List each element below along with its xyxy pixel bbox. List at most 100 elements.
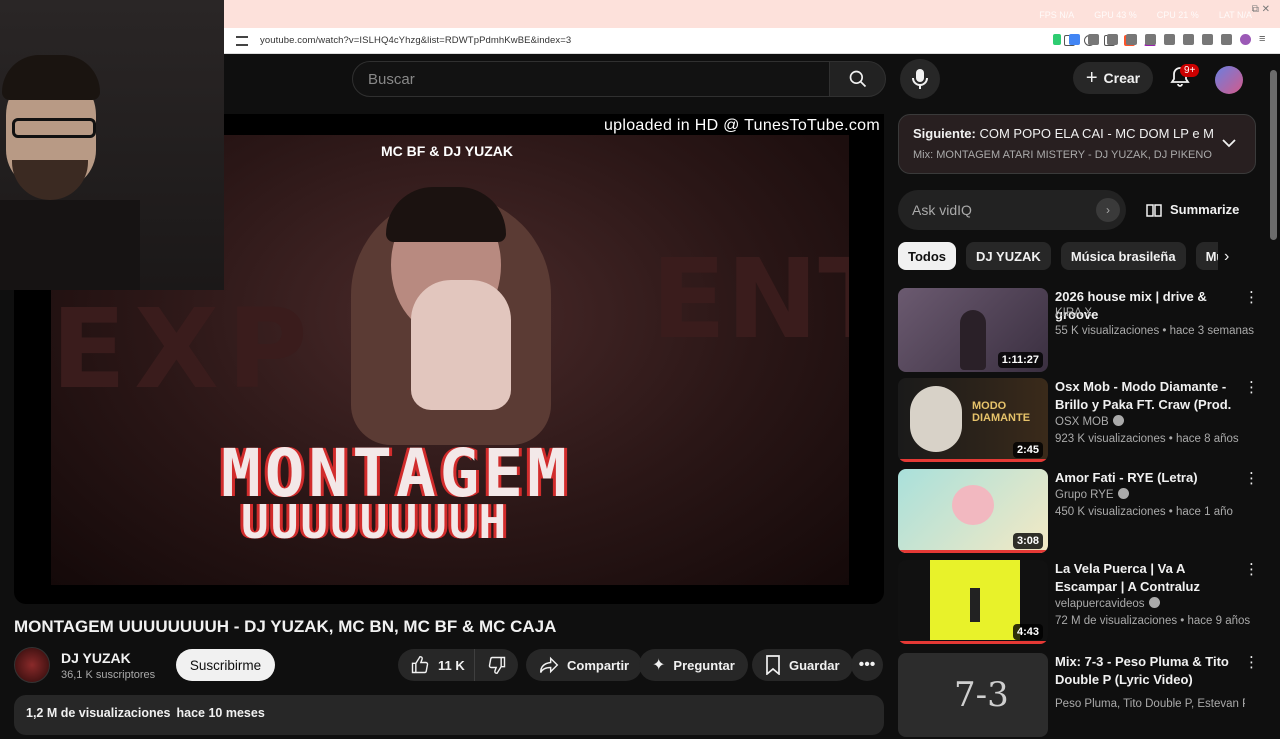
performer-hair xyxy=(386,187,506,242)
search-input[interactable]: Buscar xyxy=(352,61,830,97)
extension-icon[interactable] xyxy=(1107,34,1118,45)
recommendation-item[interactable]: 7-3 Mix: 7-3 - Peso Pluma & Tito Double … xyxy=(898,653,1259,739)
video-thumbnail[interactable]: 4:43 xyxy=(898,560,1048,644)
watch-progress-bar xyxy=(898,550,1048,553)
vidiq-ask-input[interactable]: Ask vidIQ xyxy=(898,190,1126,230)
cover-art-subtitle: UUUUUUUUH xyxy=(241,495,509,549)
webcam-hair xyxy=(2,55,100,100)
description-box[interactable]: 1,2 M de visualizaciones hace 10 meses xyxy=(14,695,884,735)
playlist-up-next[interactable]: Siguiente: COM POPO ELA CAI - MC DOM LP … xyxy=(898,114,1256,174)
create-label: Crear xyxy=(1103,70,1141,86)
summarize-button[interactable]: Summarize xyxy=(1146,202,1239,217)
share-button[interactable]: Compartir xyxy=(526,649,643,681)
recommendation-title[interactable]: Mix: 7-3 - Peso Pluma & Tito Double P (L… xyxy=(1055,653,1239,689)
more-options-icon[interactable]: ⋮ xyxy=(1244,378,1259,396)
subscribe-button[interactable]: Suscribirme xyxy=(176,649,275,681)
extension-x-icon[interactable] xyxy=(1053,34,1061,45)
recommendation-item[interactable]: 4:43 La Vela Puerca | Va A Escampar | A … xyxy=(898,560,1259,646)
ask-label: Preguntar xyxy=(673,657,735,673)
gpu-readout: GPU 43 % xyxy=(1094,10,1137,20)
perf-overlay: FPS N/A GPU 43 % CPU 21 % LAT N/A xyxy=(1039,10,1252,20)
recommendation-item[interactable]: 3:08 Amor Fati - RYE (Letra) Grupo RYE 4… xyxy=(898,469,1259,555)
recommendation-title[interactable]: Osx Mob - Modo Diamante - Brillo y Paka … xyxy=(1055,378,1239,414)
recommendation-channel-name: OSX MOB xyxy=(1055,416,1109,428)
chip-dj-yuzak[interactable]: DJ YUZAK xyxy=(966,242,1051,270)
recommendation-title[interactable]: Amor Fati - RYE (Letra) xyxy=(1055,469,1239,487)
ask-button[interactable]: ✦ Preguntar xyxy=(639,649,748,681)
save-label: Guardar xyxy=(789,657,840,673)
search-button[interactable] xyxy=(829,61,886,97)
video-thumbnail[interactable]: 7-3 xyxy=(898,653,1048,737)
page-scrollbar[interactable] xyxy=(1270,70,1277,240)
voice-search-button[interactable] xyxy=(900,59,940,99)
youtube-masthead: Buscar + Crear 9+ xyxy=(224,54,1280,104)
video-title: MONTAGEM UUUUUUUUH - DJ YUZAK, MC BN, MC… xyxy=(14,617,557,636)
channel-avatar[interactable] xyxy=(14,647,50,683)
video-artist-overlay: MC BF & DJ YUZAK xyxy=(381,143,513,159)
background-graphic-right: ENT xyxy=(651,235,849,363)
url-text[interactable]: youtube.com/watch?v=ISLHQ4cYhzg&list=RDW… xyxy=(260,35,571,46)
more-options-icon[interactable]: ⋮ xyxy=(1244,469,1259,487)
window-controls[interactable]: ⧉ ✕ xyxy=(1252,4,1270,15)
recommendation-channel: Grupo RYE xyxy=(1055,488,1129,501)
dislike-button[interactable] xyxy=(475,649,518,681)
webcam-body xyxy=(0,200,140,290)
more-options-icon[interactable]: ⋮ xyxy=(1244,288,1259,306)
create-button[interactable]: + Crear xyxy=(1073,62,1153,94)
video-thumbnail[interactable]: 1:11:27 xyxy=(898,288,1048,372)
recommendation-views: 923 K visualizaciones xyxy=(1055,433,1166,445)
recommendation-age: hace 3 semanas xyxy=(1169,325,1255,337)
verified-icon xyxy=(1112,415,1124,426)
profile-icon[interactable] xyxy=(1240,34,1251,45)
video-thumbnail[interactable]: MODO DIAMANTE 2:45 xyxy=(898,378,1048,462)
microphone-icon xyxy=(912,69,928,89)
vpn-icon[interactable] xyxy=(1221,34,1232,45)
channel-name[interactable]: DJ YUZAK xyxy=(61,650,131,666)
menu-icon[interactable]: ≡ xyxy=(1259,34,1270,45)
video-watermark: uploaded in HD @ TunesToTube.com xyxy=(603,117,880,134)
reading-list-icon[interactable] xyxy=(1164,34,1175,45)
vidiq-submit-button[interactable]: › xyxy=(1096,198,1120,222)
thumbnail-text: 7-3 xyxy=(954,675,1009,715)
chips-next-arrow-icon[interactable]: › xyxy=(1224,248,1229,266)
recommendation-title[interactable]: La Vela Puerca | Va A Escampar | A Contr… xyxy=(1055,560,1239,596)
chip-musica[interactable]: Músi xyxy=(1195,242,1218,270)
chip-musica-brasilena[interactable]: Música brasileña xyxy=(1060,242,1186,270)
video-thumbnail[interactable]: 3:08 xyxy=(898,469,1048,553)
recommendation-meta: 450 K visualizaciones • hace 1 año xyxy=(1055,506,1233,518)
fps-readout: FPS N/A xyxy=(1039,10,1075,20)
thumbnail-figure xyxy=(970,588,980,622)
thumbnail-figure xyxy=(960,310,986,370)
watch-progress-bar xyxy=(898,459,1048,462)
puzzle-icon[interactable] xyxy=(1088,34,1099,45)
up-next-mix: Mix: MONTAGEM ATARI MISTERY - DJ YUZAK, … xyxy=(913,149,1213,161)
site-settings-icon[interactable] xyxy=(236,35,248,46)
recommendation-item[interactable]: MODO DIAMANTE 2:45 Osx Mob - Modo Diaman… xyxy=(898,378,1259,464)
recommendation-age: hace 1 año xyxy=(1176,506,1233,518)
leo-icon[interactable] xyxy=(1202,34,1213,45)
recommendation-views: 72 M de visualizaciones xyxy=(1055,615,1178,627)
chevron-down-icon[interactable] xyxy=(1221,135,1237,151)
vidiq-placeholder: Ask vidIQ xyxy=(912,202,972,218)
more-actions-button[interactable]: ••• xyxy=(851,649,883,681)
thumbs-down-icon xyxy=(488,656,505,675)
more-options-icon[interactable]: ⋮ xyxy=(1244,653,1259,671)
recommendation-views: 55 K visualizaciones xyxy=(1055,325,1160,337)
address-bar[interactable]: youtube.com/watch?v=ISLHQ4cYhzg&list=RDW… xyxy=(224,28,1280,54)
recommendation-meta: 72 M de visualizaciones • hace 9 años xyxy=(1055,615,1251,627)
save-button[interactable]: Guardar xyxy=(752,649,853,681)
wallet-icon[interactable] xyxy=(1183,34,1194,45)
more-icon: ••• xyxy=(858,656,876,673)
more-options-icon[interactable]: ⋮ xyxy=(1244,560,1259,578)
recommendation-item[interactable]: 1:11:27 2026 house mix | drive & groove … xyxy=(898,288,1259,374)
account-avatar[interactable] xyxy=(1215,66,1243,94)
translate-icon[interactable] xyxy=(1069,34,1080,45)
chip-todos[interactable]: Todos xyxy=(898,242,957,270)
recommendation-channel-name: velapuercavideos xyxy=(1055,598,1145,610)
download-icon[interactable] xyxy=(1126,34,1137,45)
like-button[interactable]: 11 K xyxy=(398,649,475,681)
search-placeholder: Buscar xyxy=(368,70,415,88)
chevron-right-icon: › xyxy=(1106,203,1110,217)
duration-badge: 3:08 xyxy=(1012,533,1043,549)
sidebar-icon[interactable] xyxy=(1145,34,1156,45)
